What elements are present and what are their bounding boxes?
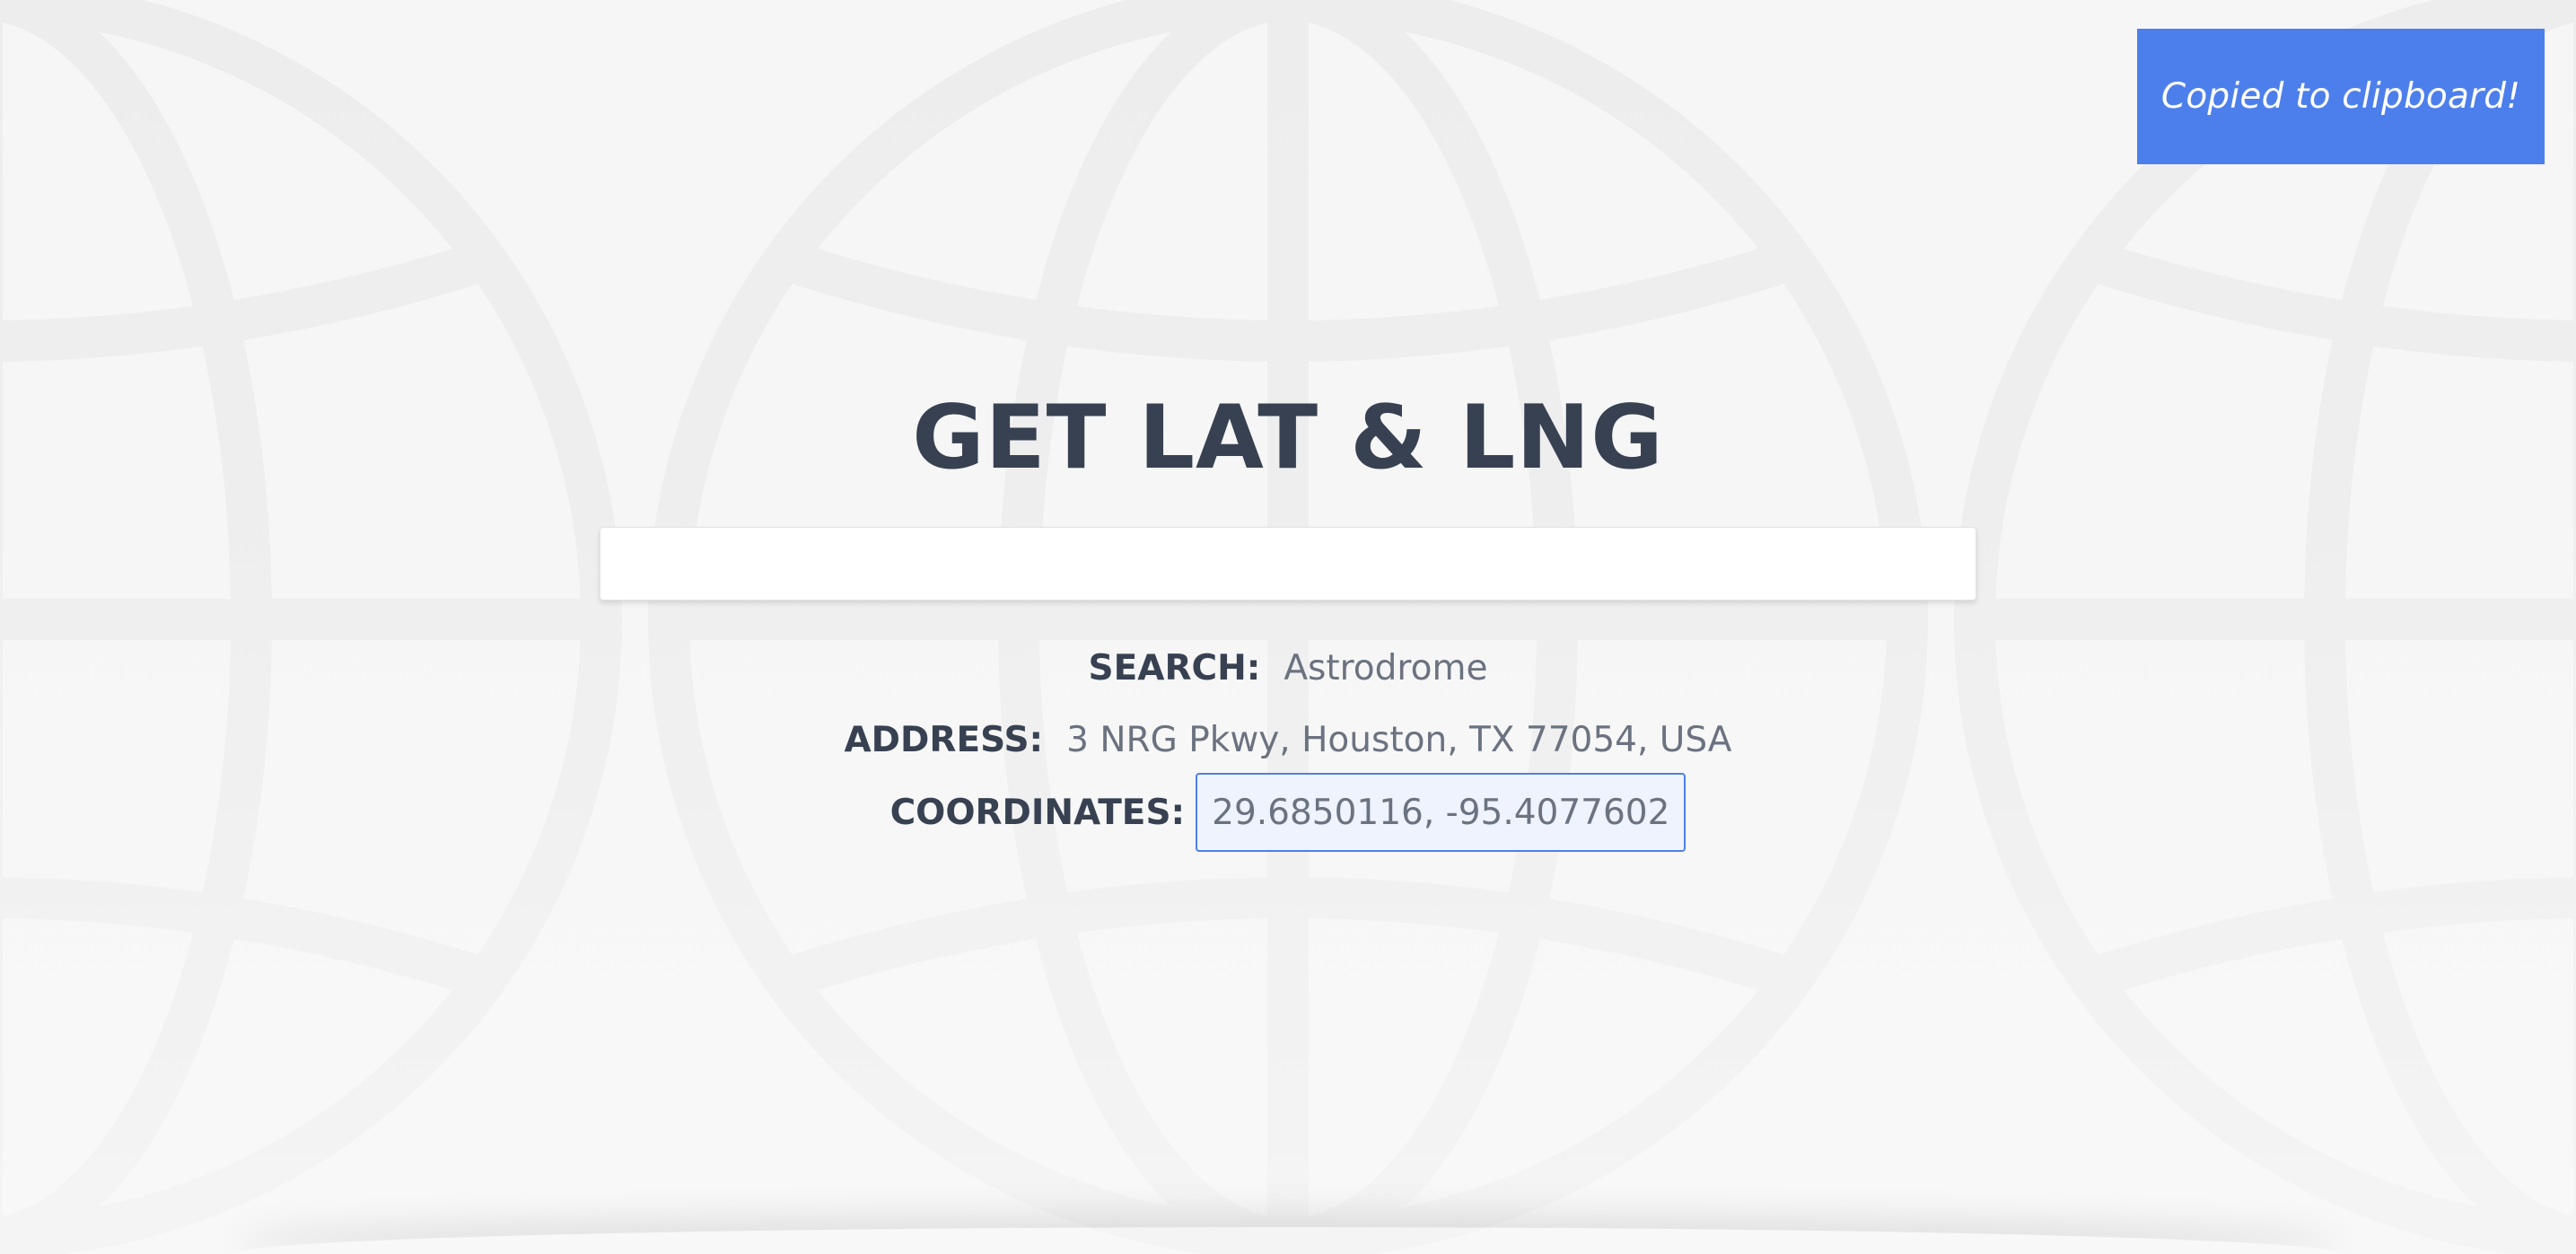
search-result-row: SEARCH: Astrodrome — [0, 643, 2576, 693]
address-row: ADDRESS: 3 NRG Pkwy, Houston, TX 77054, … — [0, 715, 2576, 765]
search-input[interactable] — [600, 527, 1976, 601]
copied-toast: Copied to clipboard! — [2137, 29, 2545, 164]
coordinates-label: COORDINATES: — [889, 792, 1186, 833]
address-label: ADDRESS: — [844, 719, 1044, 760]
address-value: 3 NRG Pkwy, Houston, TX 77054, USA — [1066, 719, 1732, 760]
search-label: SEARCH: — [1088, 647, 1261, 688]
page-title: GET LAT & LNG — [912, 387, 1664, 489]
coordinates-value[interactable]: 29.6850116, -95.4077602 — [1196, 773, 1687, 852]
main-content: GET LAT & LNG SEARCH: Astrodrome ADDRESS… — [0, 0, 2576, 1254]
search-value: Astrodrome — [1284, 647, 1488, 688]
coordinates-row: COORDINATES: 29.6850116, -95.4077602 — [0, 772, 2576, 853]
